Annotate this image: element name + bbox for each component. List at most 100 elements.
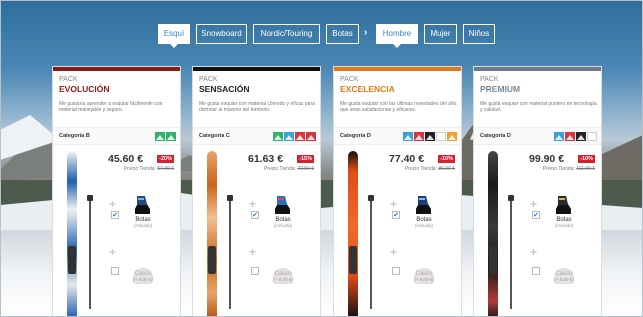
- pack-card-excelencia[interactable]: PACK EXCELENCIA Me gusta esquiar con las…: [333, 66, 462, 317]
- boots-item: Botas (incluido): [404, 217, 444, 228]
- blue-level-icon: [403, 132, 413, 141]
- pack-description: Me gusta esquiar con las últimas novedad…: [340, 101, 458, 114]
- store-price: Precio Tienda: 86.00 €: [405, 166, 455, 172]
- boots-included: (incluido): [414, 223, 434, 228]
- store-price-value: 57.00 €: [157, 166, 174, 172]
- category-row: Categoría D: [474, 127, 601, 145]
- level-icons: [403, 132, 457, 141]
- card-accent-bar: [53, 67, 180, 71]
- green-level-icon: [166, 132, 176, 141]
- helmet-price: (+ 8.00 €): [414, 277, 434, 282]
- discount-badge: -15%: [297, 155, 314, 163]
- helmet-checkbox[interactable]: [111, 267, 119, 275]
- helmet-price: (+ 8.00 €): [554, 277, 574, 282]
- ski-pole-image: [368, 195, 374, 309]
- green-level-icon: [273, 132, 283, 141]
- boots-item: Botas (incluido): [544, 217, 584, 228]
- red-level-icon: [295, 132, 305, 141]
- category-row: Categoría C: [193, 127, 320, 145]
- boots-checkbox[interactable]: ✔: [392, 211, 400, 219]
- plus-icon: +: [249, 197, 257, 211]
- boots-included: (incluido): [133, 223, 153, 228]
- plus-icon: +: [249, 245, 257, 259]
- discount-badge: -20%: [157, 155, 174, 163]
- helmet-checkbox[interactable]: [251, 267, 259, 275]
- level-icons: [155, 132, 176, 141]
- pack-card-evolucion[interactable]: PACK EVOLUCIÓN Me gustaría aprender a es…: [52, 66, 181, 317]
- freeride-level-icon: [587, 132, 597, 141]
- chevron-right-icon: ›: [364, 27, 368, 38]
- plus-icon: +: [390, 197, 398, 211]
- store-price-label: Precio Tienda:: [123, 166, 156, 172]
- store-price: Precio Tienda: 111.00 €: [543, 166, 595, 172]
- plus-icon: +: [109, 197, 117, 211]
- store-price-label: Precio Tienda:: [404, 166, 437, 172]
- pack-label: PACK: [59, 76, 78, 83]
- boots-checkbox[interactable]: ✔: [532, 211, 540, 219]
- blue-level-icon: [284, 132, 294, 141]
- pack-name: EXCELENCIA: [340, 84, 395, 94]
- blue-level-icon: [554, 132, 564, 141]
- boots-checkbox[interactable]: ✔: [111, 211, 119, 219]
- tab-ninos[interactable]: Niños: [463, 24, 495, 44]
- ski-image: [488, 151, 498, 317]
- ski-pole-image: [87, 195, 93, 309]
- category-label: Categoría D: [480, 133, 511, 139]
- tab-nordic-touring[interactable]: Nordic/Touring: [253, 24, 320, 44]
- level-icons: [554, 132, 597, 141]
- black-level-icon: [425, 132, 435, 141]
- pack-label: PACK: [340, 76, 359, 83]
- pack-label: PACK: [480, 76, 499, 83]
- pack-card-sensacion[interactable]: PACK SENSACIÓN Me gusta esquiar con mate…: [192, 66, 321, 317]
- tab-snowboard[interactable]: Snowboard: [196, 24, 247, 44]
- tab-hombre[interactable]: Hombre: [376, 24, 418, 48]
- card-accent-bar: [334, 67, 461, 71]
- ski-image: [348, 151, 358, 317]
- tab-mujer[interactable]: Mujer: [424, 24, 457, 44]
- category-row: Categoría D: [334, 127, 461, 145]
- green-level-icon: [155, 132, 165, 141]
- store-price-value: 111.00 €: [576, 166, 595, 172]
- pack-description: Me gusta esquiar con material puntero en…: [480, 101, 597, 114]
- black-level-icon: [576, 132, 586, 141]
- discount-badge: -10%: [438, 155, 455, 163]
- boot-icon: [556, 196, 571, 214]
- helmet-checkbox[interactable]: [392, 267, 400, 275]
- category-row: Categoría B: [53, 127, 180, 145]
- ski-image: [207, 151, 217, 317]
- plus-icon: +: [530, 245, 538, 259]
- category-label: Categoría D: [340, 133, 371, 139]
- pack-description: Me gustaría aprender a esquiar fácilment…: [59, 101, 163, 114]
- helmet-item: Casco (+ 8.00 €): [123, 271, 163, 282]
- pack-label: PACK: [199, 76, 218, 83]
- boots-included: (incluido): [273, 223, 293, 228]
- helmet-item: Casco (+ 8.00 €): [544, 271, 584, 282]
- category-label: Categoría C: [199, 133, 230, 139]
- boots-checkbox[interactable]: ✔: [251, 211, 259, 219]
- red-level-icon: [565, 132, 575, 141]
- pack-card-premium[interactable]: PACK PREMIUM Me gusta esquiar con materi…: [473, 66, 602, 317]
- red-level-icon: [414, 132, 424, 141]
- pack-price: 99.90 €: [529, 153, 565, 165]
- helmet-item: Casco (+ 8.00 €): [263, 271, 303, 282]
- red-level-icon: [306, 132, 316, 141]
- boots-included: (incluido): [554, 223, 574, 228]
- boots-item: Botas (incluido): [123, 217, 163, 228]
- plus-icon: +: [390, 245, 398, 259]
- helmet-checkbox[interactable]: [532, 267, 540, 275]
- tab-esqui[interactable]: Esquí: [158, 24, 190, 48]
- plus-icon: +: [109, 245, 117, 259]
- store-price-label: Precio Tienda:: [542, 166, 575, 172]
- pack-price: 45.60 €: [108, 153, 144, 165]
- helmet-price: (+ 8.00 €): [133, 277, 153, 282]
- tab-botas[interactable]: Botas: [326, 24, 359, 44]
- pack-description: Me gusta esquiar con material cómodo y e…: [199, 101, 315, 114]
- category-nav: Esquí Snowboard Nordic/Touring Botas › H…: [0, 24, 643, 48]
- level-icons: [273, 132, 316, 141]
- store-price-label: Precio Tienda:: [263, 166, 296, 172]
- store-price: Precio Tienda: 72.50 €: [264, 166, 314, 172]
- helmet-price: (+ 8.00 €): [273, 277, 293, 282]
- boots-item: Botas (incluido): [263, 217, 303, 228]
- pack-name: SENSACIÓN: [199, 84, 250, 94]
- store-price-value: 86.00 €: [438, 166, 455, 172]
